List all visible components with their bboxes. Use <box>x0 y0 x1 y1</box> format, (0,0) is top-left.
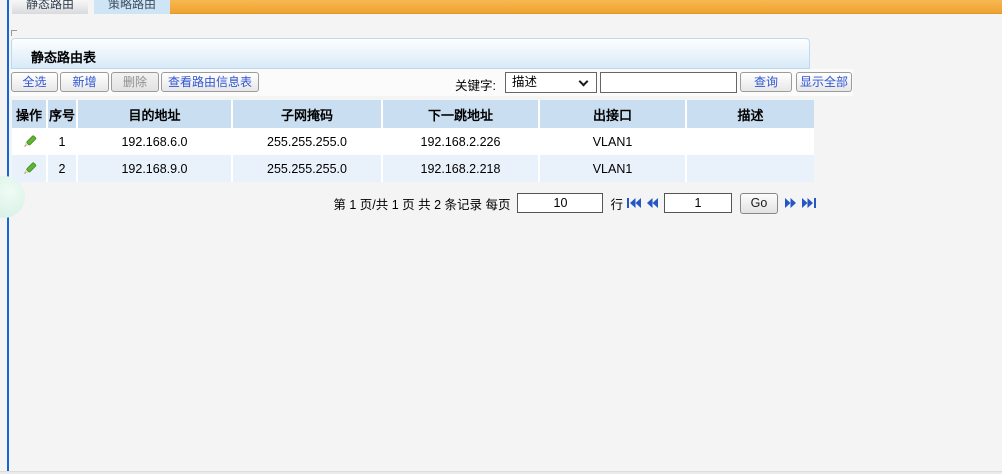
table-cell <box>687 128 814 155</box>
table-cell: 192.168.2.226 <box>383 128 540 155</box>
table-cell: 192.168.6.0 <box>78 128 233 155</box>
toolbar-button-group: 全选 新增 删除 查看路由信息表 <box>11 72 259 92</box>
decorative-bubble <box>0 176 25 218</box>
last-page-icon[interactable] <box>802 198 816 208</box>
pagination-bar: 第 1 页/共 1 页 共 2 条记录 每页 行 Go <box>333 192 817 214</box>
keyword-field-select[interactable]: 描述 <box>505 72 597 93</box>
table-cell: 255.255.255.0 <box>233 155 383 182</box>
table-cell: VLAN1 <box>540 155 687 182</box>
chevron-down-icon <box>578 76 589 87</box>
table-cell: 192.168.9.0 <box>78 155 233 182</box>
table-cell: 192.168.2.218 <box>383 155 540 182</box>
panel-title-bar: 静态路由表 <box>11 38 810 69</box>
edit-pencil-icon[interactable] <box>12 128 48 155</box>
search-button[interactable]: 查询 <box>740 72 792 92</box>
header-operation: 操作 <box>12 100 48 128</box>
header-destination: 目的地址 <box>78 100 233 128</box>
static-route-table: 操作 序号 目的地址 子网掩码 下一跳地址 出接口 描述 1 192.168.6.… <box>12 100 814 182</box>
previous-page-icon[interactable] <box>646 198 658 208</box>
edit-pencil-icon[interactable] <box>12 155 48 182</box>
tab-policy-route-label: 策略路由 <box>107 0 156 11</box>
tab-policy-route[interactable]: 策略路由 <box>94 0 170 14</box>
page-title: 静态路由表 <box>31 50 97 65</box>
table-row: 1 192.168.6.0 255.255.255.0 192.168.2.226 VL… <box>12 128 814 155</box>
table-row: 2 192.168.9.0 255.255.255.0 192.168.2.218 VL… <box>12 155 814 182</box>
table-cell: VLAN1 <box>540 128 687 155</box>
page-number-input[interactable] <box>664 193 732 213</box>
keyword-field-selected-value: 描述 <box>512 75 538 89</box>
toolbar: 全选 新增 删除 查看路由信息表 关键字: 描述 查询 显示全部 <box>11 69 853 96</box>
search-input[interactable] <box>600 72 737 93</box>
router-admin-page: 静态路由 策略路由 静态路由表 全选 新增 删除 查看路由信息表 关键字: 描述… <box>0 0 1002 474</box>
table-body: 1 192.168.6.0 255.255.255.0 192.168.2.226 VL… <box>12 128 814 182</box>
tab-static-route-label: 静态路由 <box>25 0 74 11</box>
go-button[interactable]: Go <box>740 192 778 214</box>
tab-static-route[interactable]: 静态路由 <box>12 0 88 14</box>
header-next-hop: 下一跳地址 <box>383 100 540 128</box>
show-all-button[interactable]: 显示全部 <box>796 72 852 92</box>
add-button[interactable]: 新增 <box>60 72 109 92</box>
panel-corner-mark <box>11 30 17 36</box>
table-cell <box>687 155 814 182</box>
header-subnet-mask: 子网掩码 <box>233 100 383 128</box>
table-header-row: 操作 序号 目的地址 子网掩码 下一跳地址 出接口 描述 <box>12 100 814 128</box>
table-cell: 255.255.255.0 <box>233 128 383 155</box>
header-out-interface: 出接口 <box>540 100 687 128</box>
rows-unit-label: 行 <box>610 197 623 212</box>
header-description: 描述 <box>737 107 764 123</box>
view-route-table-button[interactable]: 查看路由信息表 <box>161 72 259 92</box>
first-page-icon[interactable] <box>627 198 641 208</box>
keyword-label: 关键字: <box>455 79 496 93</box>
delete-button: 删除 <box>111 72 159 92</box>
select-all-button[interactable]: 全选 <box>11 72 58 92</box>
next-page-icon[interactable] <box>785 198 797 208</box>
pagination-summary: 第 1 页/共 1 页 共 2 条记录 每页 <box>333 197 511 212</box>
rows-per-page-input[interactable] <box>517 193 604 213</box>
left-rule <box>7 0 9 474</box>
table-cell: 2 <box>48 155 78 182</box>
header-index: 序号 <box>48 100 78 128</box>
table-cell: 1 <box>48 128 78 155</box>
tabbar-filler-bar <box>170 0 1002 14</box>
